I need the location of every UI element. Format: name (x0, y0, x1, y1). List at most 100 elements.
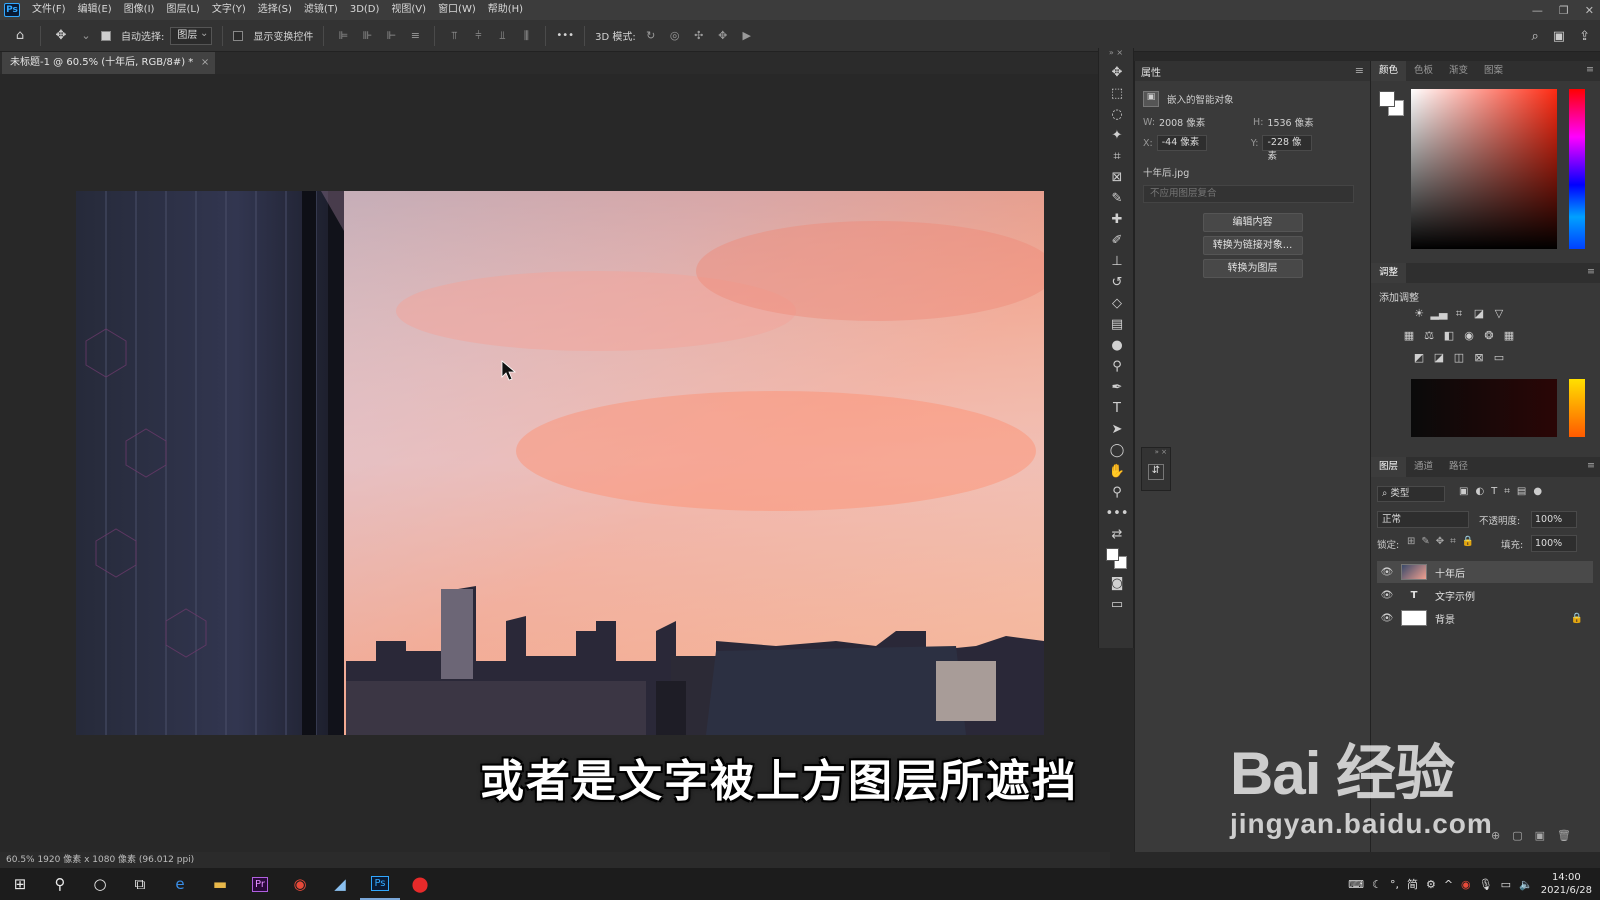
vibrance-icon[interactable]: ▽ (1489, 307, 1509, 320)
menu-filter[interactable]: 滤镜(T) (298, 0, 344, 20)
auto-select-target-dropdown[interactable]: 图层 (170, 26, 213, 45)
exposure-icon[interactable]: ◪ (1469, 307, 1489, 320)
canvas-image[interactable] (76, 191, 1044, 735)
panel-menu-icon[interactable]: ≡ (1355, 64, 1364, 77)
levels-icon[interactable]: ▂▄ (1429, 307, 1449, 320)
menu-3d[interactable]: 3D(D) (344, 0, 386, 20)
layer-row[interactable]: 👁 背景 🔒 (1377, 607, 1593, 629)
task-view-icon[interactable]: ⧉ (120, 868, 160, 900)
moon-icon[interactable]: ☾ (1372, 878, 1382, 891)
black-white-icon[interactable]: ◧ (1439, 329, 1459, 342)
menu-view[interactable]: 视图(V) (385, 0, 432, 20)
file-explorer-icon[interactable]: ▬ (200, 868, 240, 900)
home-icon[interactable]: ⌂ (10, 28, 30, 43)
distribute-vertical-icon[interactable]: ⫼ (517, 29, 535, 43)
pen-tool-icon[interactable]: ✒ (1099, 377, 1135, 398)
pan-3d-icon[interactable]: ✣ (690, 29, 708, 42)
search-icon[interactable]: ⌕ (1532, 29, 1539, 44)
edge-icon[interactable]: e (160, 868, 200, 900)
history-brush-tool-icon[interactable]: ↺ (1099, 272, 1135, 293)
panel-menu-icon[interactable]: ≡ (1587, 460, 1595, 471)
invert-icon[interactable]: ◩ (1409, 351, 1429, 364)
keyboard-icon[interactable]: ⌨ (1348, 878, 1364, 891)
path-selection-tool-icon[interactable]: ➤ (1099, 419, 1135, 440)
frame-tool-icon[interactable]: ⊠ (1099, 167, 1135, 188)
record-tray-icon[interactable]: ◉ (1461, 878, 1471, 891)
curves-icon[interactable]: ⌗ (1449, 307, 1469, 321)
show-transform-checkbox[interactable] (233, 29, 247, 42)
distribute-icon[interactable]: ≡ (406, 29, 424, 42)
lasso-tool-icon[interactable]: ◌ (1099, 104, 1135, 125)
cortana-icon[interactable]: ○ (80, 868, 120, 900)
minimize-icon[interactable]: — (1532, 4, 1543, 17)
tab-paths[interactable]: 路径 (1441, 457, 1476, 477)
edit-contents-button[interactable]: 编辑内容 (1202, 213, 1303, 232)
blur-tool-icon[interactable]: ● (1099, 335, 1135, 356)
stamp-tool-icon[interactable]: ⊥ (1099, 251, 1135, 272)
layer-row[interactable]: 👁 T 文字示例 (1377, 584, 1593, 606)
zoom-tool-icon[interactable]: ⚲ (1099, 482, 1135, 503)
auto-select-checkbox[interactable] (101, 29, 115, 42)
convert-to-layers-button[interactable]: 转换为图层 (1202, 259, 1303, 278)
layer-name[interactable]: 文字示例 (1435, 588, 1475, 603)
document-tab[interactable]: 未标题-1 @ 60.5% (十年后, RGB/8#) * × (2, 52, 216, 74)
healing-brush-tool-icon[interactable]: ✚ (1099, 209, 1135, 230)
photoshop-icon[interactable]: Ps (360, 868, 400, 900)
eraser-tool-icon[interactable]: ◇ (1099, 293, 1135, 314)
hand-tool-icon[interactable]: ✋ (1099, 461, 1135, 482)
color-picker-field[interactable] (1411, 89, 1557, 249)
menu-file[interactable]: 文件(F) (26, 0, 72, 20)
align-right-icon[interactable]: ⊩ (382, 29, 400, 42)
magic-wand-tool-icon[interactable]: ✦ (1099, 125, 1135, 146)
visibility-eye-icon[interactable]: 👁 (1377, 590, 1397, 601)
roll-3d-icon[interactable]: ◎ (666, 29, 684, 42)
menu-edit[interactable]: 编辑(E) (72, 0, 118, 20)
foreground-color-swatch[interactable] (1379, 91, 1405, 117)
opacity-field[interactable]: 100% (1531, 511, 1577, 528)
color-lookup-icon[interactable]: ▦ (1499, 329, 1519, 342)
visibility-eye-icon[interactable]: 👁 (1377, 613, 1397, 624)
notes-app-icon[interactable]: ◢ (320, 868, 360, 900)
align-middle-icon[interactable]: ⫩ (469, 29, 487, 43)
layer-filter-icons[interactable]: ▣◐T⌗▤● (1459, 486, 1549, 497)
menu-layer[interactable]: 图层(L) (160, 0, 205, 20)
mini-panel-close-icon[interactable]: » × (1142, 448, 1170, 458)
restore-icon[interactable]: ❐ (1559, 4, 1569, 17)
posterize-icon[interactable]: ◪ (1429, 351, 1449, 364)
premiere-icon[interactable]: Pr (240, 868, 280, 900)
dodge-tool-icon[interactable]: ⚲ (1099, 356, 1135, 377)
height-value[interactable]: 1536 像素 (1267, 115, 1313, 129)
eyedropper-tool-icon[interactable]: ✎ (1099, 188, 1135, 209)
clock[interactable]: 14:00 2021/6/28 (1541, 871, 1592, 897)
convert-to-linked-button[interactable]: 转换为链接对象... (1202, 236, 1303, 255)
share-icon[interactable]: ⇪ (1579, 29, 1590, 44)
swap-colors-icon[interactable]: ⇄ (1099, 524, 1135, 545)
ime-mode[interactable]: 简 (1407, 876, 1418, 892)
collapse-toolbar-icon[interactable]: » × (1099, 48, 1133, 62)
photo-filter-icon[interactable]: ◉ (1459, 329, 1479, 342)
layer-actions[interactable]: ⊕▢▣🗑 (1491, 829, 1583, 842)
camera-3d-icon[interactable]: ▶ (738, 29, 756, 42)
microphone-icon[interactable]: 🎙 (1479, 878, 1493, 891)
close-icon[interactable]: ✕ (1585, 4, 1594, 17)
punctuation-icon[interactable]: °, (1390, 878, 1399, 891)
visibility-eye-icon[interactable]: 👁 (1377, 567, 1397, 578)
recorder-icon[interactable]: ⬤ (400, 868, 440, 900)
windows-start-icon[interactable]: ⊞ (0, 868, 40, 900)
align-center-icon[interactable]: ⊪ (358, 29, 376, 42)
align-left-icon[interactable]: ⊫ (334, 29, 352, 42)
type-tool-icon[interactable]: T (1099, 398, 1135, 419)
search-icon[interactable]: ⚲ (40, 868, 80, 900)
blend-mode-dropdown[interactable]: 正常 (1377, 511, 1469, 528)
layer-row[interactable]: 👁 十年后 (1377, 561, 1593, 583)
layer-comp-dropdown[interactable]: 不应用图层复合 (1143, 185, 1354, 203)
network-icon[interactable]: ▭ (1501, 878, 1511, 891)
tab-gradients[interactable]: 渐变 (1441, 61, 1476, 81)
tab-channels[interactable]: 通道 (1406, 457, 1441, 477)
edit-toolbar-icon[interactable]: ••• (1099, 503, 1135, 524)
y-field[interactable]: -228 像素 (1262, 135, 1313, 162)
menu-image[interactable]: 图像(I) (118, 0, 161, 20)
lock-icons[interactable]: ⊞✎✥⌗🔒 (1407, 536, 1480, 547)
channel-mixer-icon[interactable]: ❂ (1479, 329, 1499, 342)
more-options-button[interactable]: ••• (556, 30, 574, 41)
